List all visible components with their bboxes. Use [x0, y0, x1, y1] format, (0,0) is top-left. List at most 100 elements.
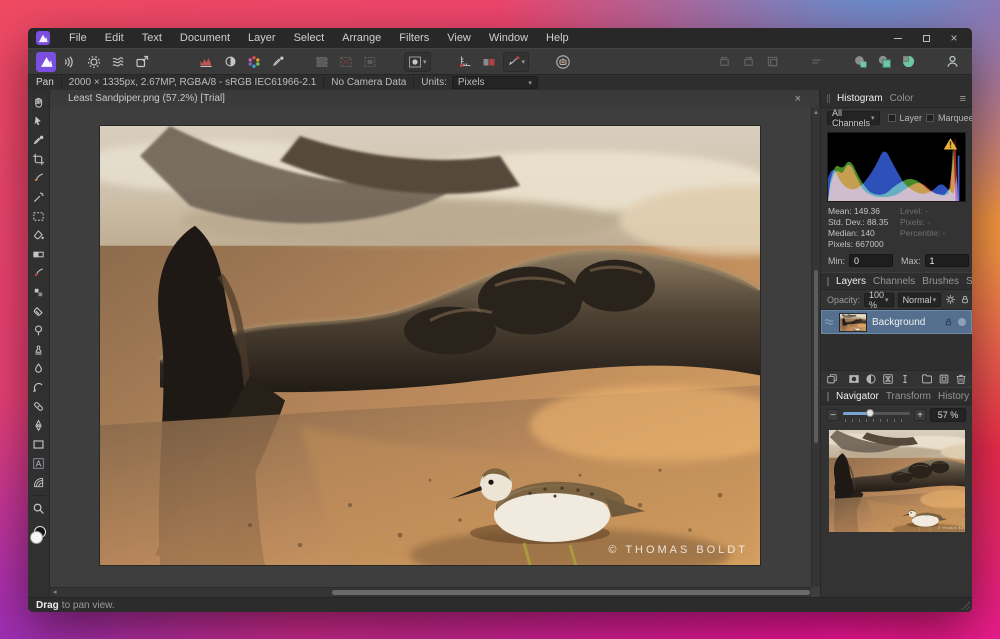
navigator-thumbnail[interactable] — [829, 430, 965, 532]
horizontal-scroll-thumb[interactable] — [332, 590, 810, 595]
snapping-candidates-button[interactable] — [479, 52, 499, 72]
delete-layer-icon[interactable] — [955, 373, 967, 385]
erase-brush-tool[interactable] — [30, 302, 48, 320]
rotate-left-button[interactable] — [714, 52, 734, 72]
menu-filters[interactable]: Filters — [390, 28, 438, 48]
flood-select-tool[interactable] — [30, 188, 48, 206]
tab-navigator[interactable]: Navigator — [836, 391, 879, 402]
zoom-value[interactable]: 57 % — [930, 408, 966, 422]
tab-transform[interactable]: Transform — [886, 391, 931, 402]
menu-select[interactable]: Select — [285, 28, 334, 48]
lock-icon[interactable] — [960, 294, 970, 305]
layer-visibility-toggle[interactable] — [958, 318, 966, 326]
insert-behind-button[interactable] — [850, 52, 870, 72]
tab-history[interactable]: History — [938, 391, 969, 402]
deselect-button[interactable] — [336, 52, 356, 72]
snapping-manager-button[interactable] — [455, 52, 475, 72]
panel-drag-handle[interactable] — [827, 392, 829, 401]
auto-colours-button[interactable] — [244, 52, 264, 72]
liquify-persona-button[interactable] — [60, 52, 80, 72]
blend-mode-select[interactable]: Normal ▾ — [898, 293, 942, 307]
healing-brush-tool[interactable] — [30, 397, 48, 415]
vertical-scrollbar[interactable]: ▴ — [811, 107, 820, 587]
gradient-tool[interactable] — [30, 245, 48, 263]
rectangle-tool[interactable] — [30, 435, 48, 453]
photo-canvas[interactable] — [100, 126, 760, 565]
develop-persona-button[interactable] — [84, 52, 104, 72]
panel-drag-handle[interactable] — [827, 277, 829, 286]
horizontal-scrollbar[interactable]: ◂ — [50, 587, 811, 597]
canvas-area[interactable]: ▴ — [50, 107, 820, 587]
new-layer-icon[interactable] — [938, 373, 950, 385]
tab-histogram[interactable]: Histogram — [837, 93, 883, 104]
menu-view[interactable]: View — [438, 28, 480, 48]
toggle-ui-button[interactable] — [806, 52, 826, 72]
invert-selection-button[interactable] — [360, 52, 380, 72]
mesh-warp-tool[interactable] — [30, 473, 48, 491]
resize-grip[interactable] — [960, 600, 970, 610]
scroll-up-icon[interactable]: ▴ — [812, 108, 820, 116]
rotate-right-button[interactable] — [738, 52, 758, 72]
marquee-tool[interactable] — [30, 207, 48, 225]
menu-file[interactable]: File — [60, 28, 96, 48]
tab-stock[interactable]: Stock — [966, 276, 972, 287]
insert-inside-button[interactable] — [898, 52, 918, 72]
blend-options-gear-icon[interactable] — [945, 294, 956, 305]
minimize-button[interactable] — [888, 30, 908, 46]
close-button[interactable]: × — [944, 30, 964, 46]
layer-lock-icon[interactable] — [944, 317, 953, 327]
menu-help[interactable]: Help — [537, 28, 578, 48]
new-group-icon[interactable] — [921, 373, 933, 385]
clone-brush-tool[interactable] — [30, 340, 48, 358]
quick-mask-button[interactable]: ▾ — [404, 52, 431, 72]
pixel-alignment-button[interactable]: ▾ — [503, 52, 530, 72]
menu-text[interactable]: Text — [133, 28, 171, 48]
text-tool[interactable]: A — [30, 454, 48, 472]
zoom-slider[interactable] — [843, 408, 910, 422]
selection-brush-tool[interactable] — [30, 169, 48, 187]
max-input[interactable] — [925, 254, 969, 267]
color-picker-tool[interactable] — [30, 131, 48, 149]
adjustment-layer-icon[interactable] — [865, 373, 877, 385]
min-input[interactable] — [849, 254, 893, 267]
move-tool[interactable] — [30, 112, 48, 130]
zoom-tool[interactable] — [30, 499, 48, 517]
export-persona-button[interactable] — [132, 52, 152, 72]
blur-brush-tool[interactable] — [30, 359, 48, 377]
document-tab[interactable]: Least Sandpiper.png (57.2%) [Trial] × — [50, 90, 820, 107]
units-select[interactable]: Pixels ▾ — [452, 76, 538, 89]
pen-tool[interactable] — [30, 416, 48, 434]
color-selector[interactable] — [30, 526, 48, 544]
view-tool[interactable] — [30, 93, 48, 111]
panel-menu-icon[interactable]: ≡ — [960, 93, 966, 105]
vertical-scroll-thumb[interactable] — [814, 270, 818, 443]
dodge-brush-tool[interactable] — [30, 321, 48, 339]
menu-document[interactable]: Document — [171, 28, 239, 48]
menu-layer[interactable]: Layer — [239, 28, 285, 48]
layer-thumbnail[interactable] — [839, 313, 867, 332]
zoom-slider-thumb[interactable] — [866, 409, 874, 417]
maximize-button[interactable] — [916, 30, 936, 46]
tab-layers[interactable]: Layers — [836, 276, 866, 287]
select-all-button[interactable] — [312, 52, 332, 72]
insert-at-top-button[interactable] — [874, 52, 894, 72]
menu-arrange[interactable]: Arrange — [333, 28, 390, 48]
panel-drag-handle[interactable] — [827, 94, 830, 103]
auto-contrast-button[interactable] — [220, 52, 240, 72]
auto-white-balance-button[interactable] — [268, 52, 288, 72]
tab-brushes[interactable]: Brushes — [922, 276, 959, 287]
layer-list[interactable]: Background — [821, 310, 972, 370]
tab-close-icon[interactable]: × — [791, 93, 811, 105]
fx-icon[interactable] — [899, 373, 911, 385]
crop-tool[interactable] — [30, 150, 48, 168]
menu-edit[interactable]: Edit — [96, 28, 133, 48]
assistant-button[interactable] — [553, 52, 573, 72]
layer-row-background[interactable]: Background — [821, 310, 972, 334]
tab-color[interactable]: Color — [890, 93, 914, 104]
menu-window[interactable]: Window — [480, 28, 537, 48]
live-filter-icon[interactable] — [882, 373, 894, 385]
zoom-in-button[interactable]: + — [914, 409, 926, 421]
clip-canvas-button[interactable] — [762, 52, 782, 72]
marquee-checkbox[interactable] — [926, 114, 934, 122]
smudge-brush-tool[interactable] — [30, 378, 48, 396]
